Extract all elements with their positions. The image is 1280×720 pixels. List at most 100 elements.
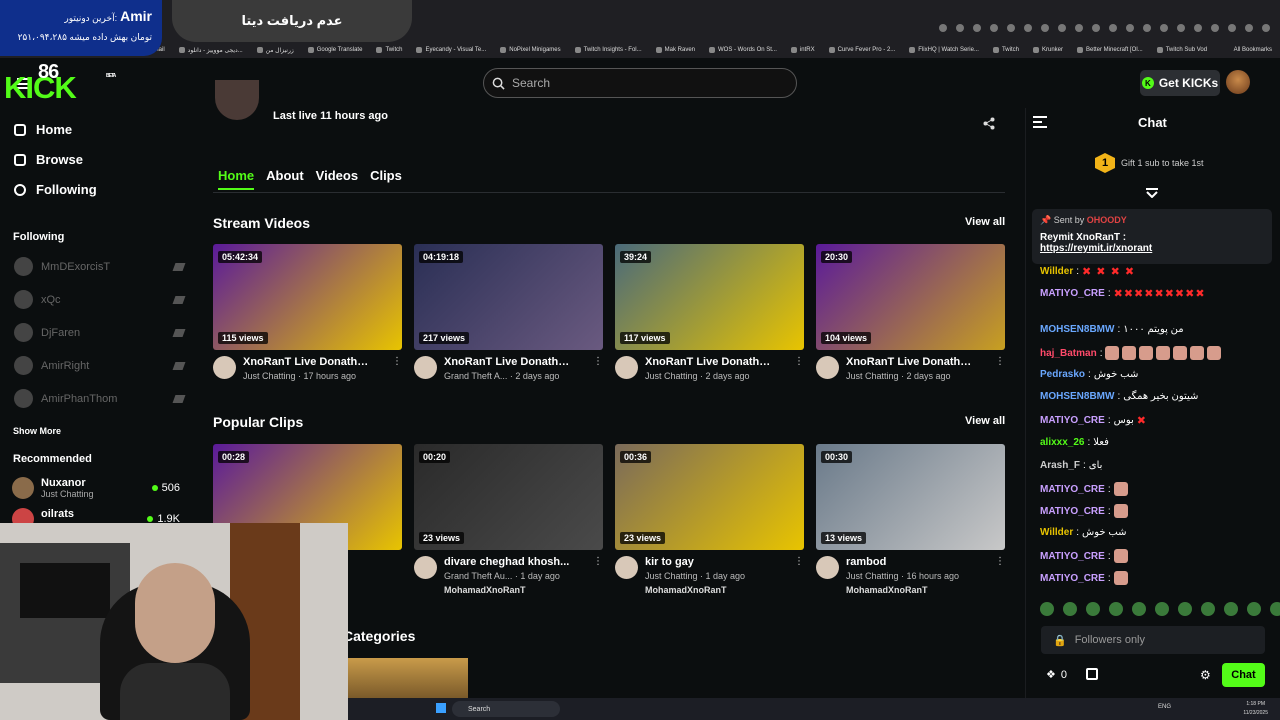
- following-item[interactable]: DjFaren: [14, 323, 186, 342]
- chat-message[interactable]: MOHSEN8BMW: شیتون بخیر همگی: [1040, 391, 1198, 402]
- avatar[interactable]: [816, 356, 839, 379]
- chat-message[interactable]: Pedrasko: شب خوش: [1040, 369, 1138, 380]
- chat-username[interactable]: MOHSEN8BMW: [1040, 324, 1114, 335]
- avatar[interactable]: [615, 356, 638, 379]
- video-card[interactable]: 39:24 117 views XnoRanT Live Donatho... Jus…: [615, 244, 804, 381]
- bookmark-item[interactable]: Twitch: [992, 47, 1019, 53]
- more-options-icon[interactable]: ⋮: [593, 556, 603, 595]
- bookmark-item[interactable]: Eyecandy - Visual Te...: [416, 47, 486, 53]
- thumbnail[interactable]: 00:36 23 views: [615, 444, 804, 550]
- browser-toolbar-icons[interactable]: [939, 24, 1270, 32]
- more-options-icon[interactable]: ⋮: [392, 356, 402, 381]
- thumbnail[interactable]: 00:20 23 views: [414, 444, 603, 550]
- stream-videos-view-all[interactable]: View all: [965, 216, 1005, 228]
- bookmark-item[interactable]: Curve Fever Pro - 2...: [828, 47, 895, 53]
- bookmark-item[interactable]: Twitch: [376, 47, 402, 53]
- taskbar-clock[interactable]: 1:18 PM 11/23/2025: [1243, 700, 1268, 718]
- video-card[interactable]: 05:42:34 115 views XnoRanT Live Donatho...…: [213, 244, 402, 381]
- taskbar-search[interactable]: Search: [452, 701, 560, 717]
- chat-message[interactable]: MATIYO_CRE:: [1040, 482, 1128, 496]
- chat-username[interactable]: alixxx_26: [1040, 437, 1085, 448]
- search-input[interactable]: Search: [483, 68, 797, 98]
- card-title[interactable]: rambod: [846, 556, 976, 568]
- bookmark-item[interactable]: WOS - Words On St...: [709, 47, 777, 53]
- card-title[interactable]: kir to gay: [645, 556, 775, 568]
- following-item[interactable]: MmDExorcisT: [14, 257, 186, 276]
- bookmark-item[interactable]: Mak Raven: [655, 47, 695, 53]
- nav-home[interactable]: Home: [14, 122, 72, 137]
- bookmark-item[interactable]: زرنیزال من: [256, 47, 294, 54]
- more-options-icon[interactable]: ⋮: [794, 556, 804, 595]
- chat-username[interactable]: Arash_F: [1040, 460, 1080, 471]
- chat-username[interactable]: Willder: [1040, 527, 1073, 538]
- clip-card[interactable]: 00:20 23 views divare cheghad khosh... Gran…: [414, 444, 603, 595]
- bookmark-item[interactable]: intRX: [790, 47, 815, 53]
- bookmarks-bar[interactable]: Gmailدیجی مووییز - دانلود...زرنیزال منGo…: [0, 42, 1280, 58]
- bookmark-item[interactable]: Better Minecraft [Ol...: [1077, 47, 1143, 53]
- share-icon[interactable]: [983, 117, 995, 130]
- channel-avatar[interactable]: [215, 80, 259, 120]
- bookmark-item[interactable]: Twitch Insights - Fol...: [574, 47, 642, 53]
- settings-icon[interactable]: ⚙: [1200, 668, 1211, 682]
- tab-about[interactable]: About: [266, 168, 304, 190]
- chat-message[interactable]: MATIYO_CRE:: [1040, 504, 1128, 518]
- more-options-icon[interactable]: ⋮: [995, 356, 1005, 381]
- language-indicator[interactable]: ENG: [1158, 704, 1171, 710]
- card-title[interactable]: XnoRanT Live Donatho...: [846, 356, 976, 368]
- windows-start-icon[interactable]: [436, 703, 446, 713]
- thumbnail[interactable]: 05:42:34 115 views: [213, 244, 402, 350]
- bookmark-item[interactable]: Google Translate: [307, 47, 362, 53]
- avatar[interactable]: [816, 556, 839, 579]
- kicks-count[interactable]: ❖ 0: [1046, 668, 1067, 682]
- thumbnail[interactable]: 39:24 117 views: [615, 244, 804, 350]
- clip-card[interactable]: 00:30 13 views rambod Just Chatting · 16 ho…: [816, 444, 1005, 595]
- thumbnail[interactable]: 20:30 104 views: [816, 244, 1005, 350]
- avatar[interactable]: [414, 356, 437, 379]
- chat-username[interactable]: MATIYO_CRE: [1040, 288, 1105, 299]
- nav-browse[interactable]: Browse: [14, 152, 83, 167]
- video-card[interactable]: 20:30 104 views XnoRanT Live Donatho... Jus…: [816, 244, 1005, 381]
- chat-username[interactable]: MATIYO_CRE: [1040, 573, 1105, 584]
- card-title[interactable]: XnoRanT Live Donatho...: [243, 356, 373, 368]
- gift-sub-banner[interactable]: 1 Gift 1 sub to take 1st: [1095, 153, 1204, 173]
- thumbnail[interactable]: 00:30 13 views: [816, 444, 1005, 550]
- chat-username[interactable]: MATIYO_CRE: [1040, 415, 1105, 426]
- card-user[interactable]: MohamadXnoRanT: [645, 585, 775, 595]
- chat-username[interactable]: Willder: [1040, 266, 1073, 277]
- following-item[interactable]: AmirPhanThom: [14, 389, 186, 408]
- chat-username[interactable]: MATIYO_CRE: [1040, 551, 1105, 562]
- more-options-icon[interactable]: ⋮: [593, 356, 603, 381]
- tab-home[interactable]: Home: [218, 168, 255, 190]
- chat-send-button[interactable]: Chat: [1222, 663, 1265, 687]
- card-user[interactable]: MohamadXnoRanT: [444, 585, 574, 595]
- all-bookmarks[interactable]: All Bookmarks: [1234, 47, 1280, 53]
- popular-clips-view-all[interactable]: View all: [965, 415, 1005, 427]
- chevron-down-icon[interactable]: [1146, 188, 1158, 198]
- avatar[interactable]: [414, 556, 437, 579]
- collapse-chat-icon[interactable]: [1033, 116, 1047, 128]
- following-item[interactable]: xQc: [14, 290, 186, 309]
- store-icon[interactable]: [1086, 668, 1098, 680]
- bookmark-item[interactable]: Krunker: [1032, 47, 1063, 53]
- bookmark-item[interactable]: دیجی مووییز - دانلود...: [178, 47, 243, 54]
- emote-bar[interactable]: [1040, 602, 1280, 616]
- following-item[interactable]: AmirRight: [14, 356, 186, 375]
- chat-message[interactable]: haj_Batman:: [1040, 346, 1222, 360]
- card-title[interactable]: XnoRanT Live Donatho...: [444, 356, 574, 368]
- card-user[interactable]: MohamadXnoRanT: [846, 585, 976, 595]
- bookmark-item[interactable]: NoPixel Minigames: [500, 47, 561, 53]
- clip-card[interactable]: 00:36 23 views kir to gay Just Chatting · 1…: [615, 444, 804, 595]
- user-avatar[interactable]: [1226, 70, 1250, 94]
- tab-videos[interactable]: Videos: [316, 168, 358, 190]
- category-thumbnail[interactable]: [348, 658, 468, 698]
- chat-message[interactable]: Willder: ✖ ✖ ✖ ✖: [1040, 265, 1135, 278]
- card-title[interactable]: divare cheghad khosh...: [444, 556, 574, 568]
- chat-input[interactable]: 🔒 Followers only: [1041, 626, 1265, 654]
- chat-message[interactable]: MATIYO_CRE: ✖✖✖✖✖✖✖✖✖: [1040, 287, 1206, 300]
- thumbnail[interactable]: 04:19:18 217 views: [414, 244, 603, 350]
- recommended-item[interactable]: Nuxanor Just Chatting 506: [12, 477, 180, 499]
- more-options-icon[interactable]: ⋮: [995, 556, 1005, 595]
- chat-message[interactable]: MATIYO_CRE:: [1040, 571, 1128, 585]
- bookmark-item[interactable]: FlixHQ | Watch Serie...: [909, 47, 979, 53]
- chat-username[interactable]: haj_Batman: [1040, 348, 1097, 359]
